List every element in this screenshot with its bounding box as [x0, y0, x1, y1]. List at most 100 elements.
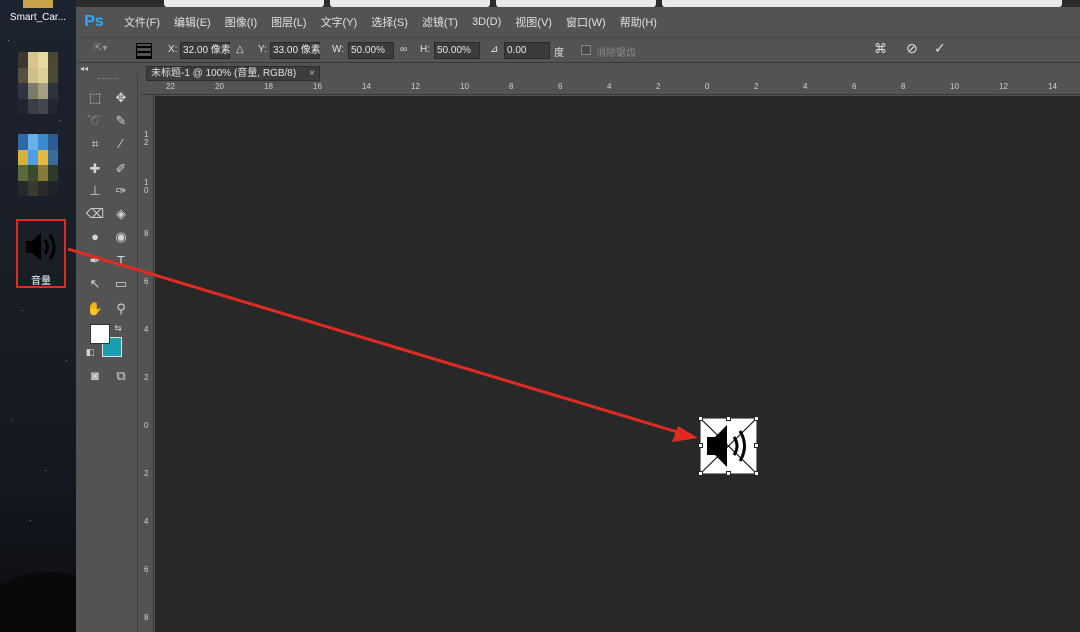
- healing-brush-tool-icon[interactable]: ✚: [84, 159, 106, 179]
- hand-tool-icon[interactable]: ✋: [84, 299, 106, 319]
- type-tool-icon[interactable]: T: [110, 251, 132, 271]
- marquee-tool-icon[interactable]: ⬚: [84, 88, 106, 108]
- photoshop-window: Ps 文件(F) 编辑(E) 图像(I) 图层(L) 文字(Y) 选择(S) 滤…: [76, 0, 1080, 632]
- eyedropper-tool-icon[interactable]: ⁄: [110, 134, 132, 154]
- ruler-label: 4: [803, 82, 808, 91]
- menu-help[interactable]: 帮助(H): [620, 14, 657, 30]
- history-brush-tool-icon[interactable]: ✑: [110, 181, 132, 201]
- ruler-label: 6: [558, 82, 563, 91]
- eraser-tool-icon[interactable]: ⌫: [84, 204, 106, 224]
- quick-select-tool-icon[interactable]: ✎: [110, 111, 132, 131]
- ruler-label: 8: [144, 229, 149, 238]
- desktop-icon-volume[interactable]: 音量: [16, 219, 66, 288]
- rectangle-tool-icon[interactable]: ▭: [110, 274, 132, 294]
- move-tool-icon[interactable]: ✥: [110, 88, 132, 108]
- ruler-label: 2: [144, 469, 149, 478]
- ruler-label: 12: [411, 82, 420, 91]
- swap-colors-icon[interactable]: ⇆: [112, 318, 124, 338]
- ruler-label: 1 2: [144, 130, 149, 147]
- photoshop-logo: Ps: [84, 13, 104, 30]
- desktop-icon-blurred-2[interactable]: [6, 134, 70, 196]
- document-tab[interactable]: 未标题-1 @ 100% (音量, RGB/8) ×: [146, 66, 320, 81]
- desktop-background: Smart_Car... 音量: [0, 0, 76, 632]
- transform-tool-icon[interactable]: ⇱▾: [94, 43, 107, 54]
- ruler-label: 14: [362, 82, 371, 91]
- default-colors-icon[interactable]: ◧: [84, 342, 96, 362]
- y-label: Y:: [258, 44, 267, 55]
- ruler-label: 8: [144, 613, 149, 622]
- menu-window[interactable]: 窗口(W): [566, 14, 606, 30]
- antialias-checkbox[interactable]: [581, 45, 591, 55]
- w-input[interactable]: 50.00%: [348, 42, 394, 59]
- menu-bar: Ps 文件(F) 编辑(E) 图像(I) 图层(L) 文字(Y) 选择(S) 滤…: [76, 6, 1080, 37]
- menu-edit[interactable]: 编辑(E): [174, 14, 211, 30]
- ruler-label: 6: [144, 277, 149, 286]
- warp-icon[interactable]: ⌘: [874, 41, 887, 57]
- close-icon[interactable]: ×: [309, 67, 315, 80]
- antialias-label: 消除锯齿: [596, 48, 636, 59]
- transform-handle[interactable]: [726, 471, 731, 476]
- ruler-label: 16: [313, 82, 322, 91]
- ruler-label: 6: [852, 82, 857, 91]
- dodge-tool-icon[interactable]: ◉: [110, 227, 132, 247]
- h-input[interactable]: 50.00%: [434, 42, 480, 59]
- transform-handle[interactable]: [754, 443, 759, 448]
- commit-check-icon[interactable]: ✓: [934, 40, 946, 57]
- placed-volume-layer[interactable]: [698, 416, 759, 476]
- menu-filter[interactable]: 滤镜(T): [422, 14, 458, 30]
- path-selection-tool-icon[interactable]: ↖: [84, 274, 106, 294]
- zoom-tool-icon[interactable]: ⚲: [110, 299, 132, 319]
- y-input[interactable]: 33.00 像素: [270, 42, 321, 59]
- speaker-icon: [701, 419, 756, 473]
- x-input[interactable]: 32.00 像素: [180, 42, 231, 59]
- angle-input[interactable]: 0.00: [504, 42, 550, 59]
- desktop-icon-blurred-1[interactable]: [6, 52, 70, 114]
- collapse-panel-icon[interactable]: ◂◂: [80, 64, 88, 73]
- w-label: W:: [332, 44, 345, 55]
- ruler-label: 20: [215, 82, 224, 91]
- clone-stamp-tool-icon[interactable]: ⊥: [84, 181, 106, 201]
- menu-view[interactable]: 视图(V): [515, 14, 552, 30]
- foreground-color-swatch[interactable]: [90, 324, 110, 344]
- lasso-tool-icon[interactable]: ➰: [84, 111, 106, 131]
- ruler-label: 10: [460, 82, 469, 91]
- transform-handle[interactable]: [726, 416, 731, 421]
- link-icon[interactable]: ∞: [400, 44, 407, 55]
- transform-handle[interactable]: [754, 416, 759, 421]
- document-tab-title: 未标题-1 @ 100% (音量, RGB/8): [151, 68, 297, 79]
- pen-tool-icon[interactable]: ✒: [84, 251, 106, 271]
- document-canvas[interactable]: [155, 96, 1080, 632]
- vertical-ruler: 1 2 1 0 8 6 4 2 0 2 4 6 8: [140, 95, 154, 632]
- transform-handle[interactable]: [754, 471, 759, 476]
- menu-file[interactable]: 文件(F): [124, 14, 160, 30]
- pixelated-icon: [18, 134, 58, 196]
- ruler-label: 10: [950, 82, 959, 91]
- menu-layer[interactable]: 图层(L): [271, 14, 306, 30]
- desktop-icon-label: 音量: [31, 276, 51, 287]
- blur-tool-icon[interactable]: ●: [84, 227, 106, 247]
- menu-select[interactable]: 选择(S): [371, 14, 408, 30]
- paint-bucket-tool-icon[interactable]: ◈: [110, 204, 132, 224]
- menu-type[interactable]: 文字(Y): [321, 14, 358, 30]
- crop-tool-icon[interactable]: ⌗: [84, 134, 106, 154]
- menu-3d[interactable]: 3D(D): [472, 16, 501, 28]
- menu-image[interactable]: 图像(I): [225, 14, 257, 30]
- browser-tab-strip: [76, 0, 1080, 7]
- cancel-icon[interactable]: ⊘: [906, 40, 918, 57]
- tools-panel: ⬚ ✥ ➰ ✎ ⌗ ⁄ ✚ ✐ ⊥ ✑ ⌫ ◈ ● ◉ ✒ T ↖ ▭ ✋ ⚲ …: [78, 74, 138, 632]
- hill-silhouette: [0, 572, 76, 632]
- ruler-label: 1 0: [144, 178, 149, 195]
- transform-handle[interactable]: [698, 416, 703, 421]
- transform-handle[interactable]: [698, 471, 703, 476]
- desktop-icon-smart-car[interactable]: Smart_Car...: [6, 0, 70, 23]
- pixelated-icon: [18, 52, 58, 114]
- x-label: X:: [168, 44, 178, 55]
- ruler-label: 8: [509, 82, 514, 91]
- folder-icon: [23, 0, 53, 8]
- screen-mode-icon[interactable]: ⧉: [110, 366, 132, 386]
- brush-tool-icon[interactable]: ✐: [110, 159, 132, 179]
- reference-point-icon[interactable]: [136, 43, 152, 59]
- delta-icon[interactable]: △: [236, 44, 244, 55]
- quick-mask-icon[interactable]: ◙: [84, 366, 106, 386]
- transform-handle[interactable]: [698, 443, 703, 448]
